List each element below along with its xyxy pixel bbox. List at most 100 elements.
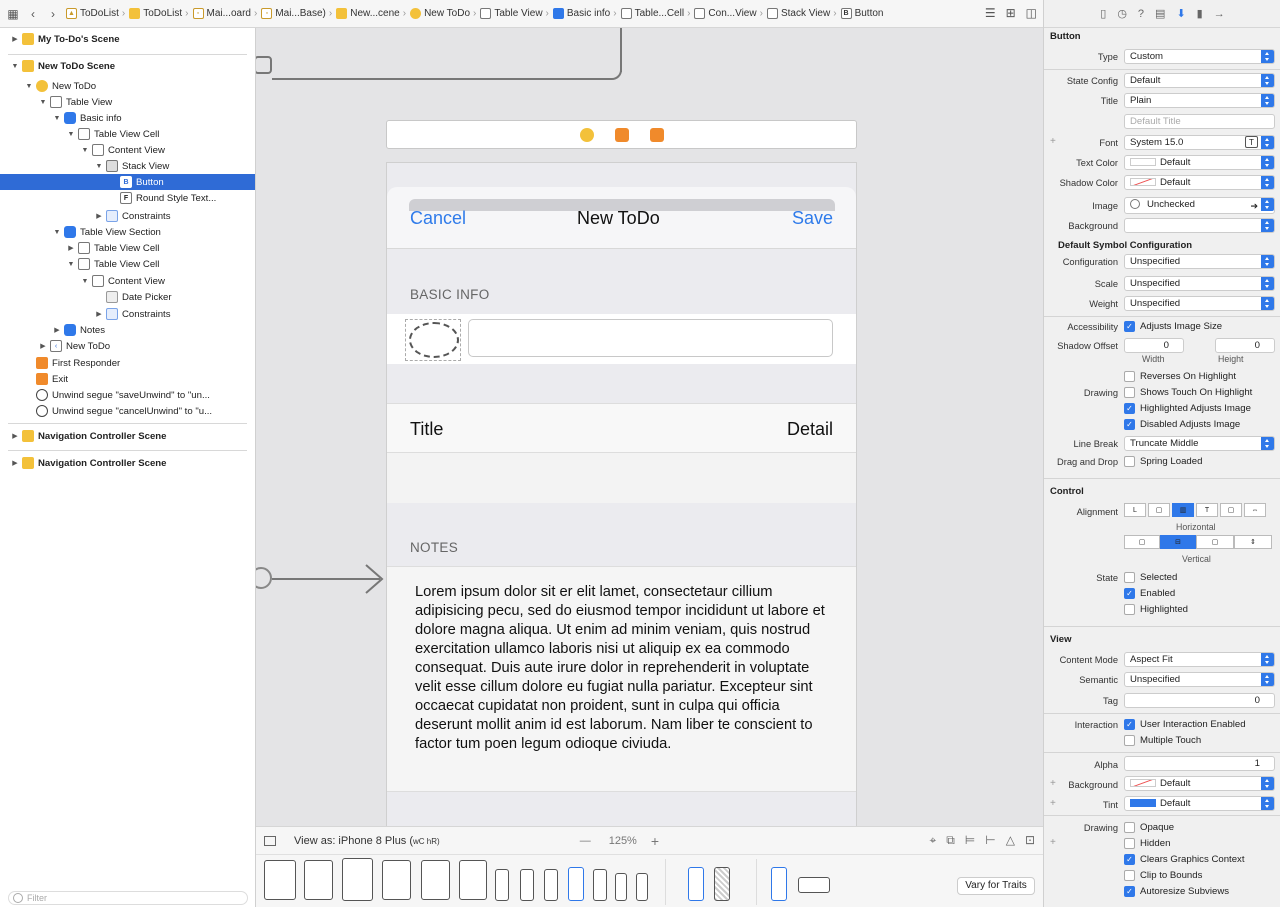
forward-arrow-icon[interactable]: › [46,7,60,21]
device-iphone-8-plus-selected-icon[interactable] [568,867,584,901]
disclosure-down-icon[interactable]: ▼ [10,63,20,70]
outline-nav-scene-1[interactable]: ▶ Navigation Controller Scene [0,428,255,444]
title-detail-cell[interactable]: Title Detail [387,403,856,453]
outline-table-view-section[interactable]: ▼ Table View Section [0,224,255,240]
add-constraints-icon[interactable]: ⊢ [985,833,995,848]
orientation-portrait-icon[interactable] [688,867,704,901]
device-ipad-icon[interactable] [382,860,411,900]
title-text-field[interactable] [468,319,833,357]
outline-table-view-cell[interactable]: ▼ Table View Cell [0,126,255,142]
device-iphone-4s-icon[interactable] [636,873,648,901]
crumb-storyboard-base[interactable]: ▫ Mai...Base) › [261,8,335,19]
attributes-inspector-icon[interactable]: ⬇ [1176,7,1185,20]
disclosure-down-icon[interactable]: ▼ [80,278,90,285]
selected-checkbox[interactable]: Selected [1124,571,1177,584]
state-config-select[interactable]: Default [1124,73,1275,88]
crumb-folder[interactable]: ToDoList › [129,8,191,19]
save-button[interactable]: Save [792,208,833,229]
hidden-checkbox[interactable]: Hidden [1124,837,1170,850]
notes-cell[interactable]: Lorem ipsum dolor sit er elit lamet, con… [387,566,856,792]
view-as-label[interactable]: View as: iPhone 8 Plus (wC hR) [294,835,440,847]
outline-table-view-cell-3[interactable]: ▼ Table View Cell [0,256,255,272]
reverses-on-highlight-checkbox[interactable]: Reverses On Highlight [1124,370,1236,383]
crumb-table-cell[interactable]: Table...Cell › [620,8,694,19]
outline-nav-scene-2[interactable]: ▶ Navigation Controller Scene [0,455,255,471]
crumb-view-controller[interactable]: New ToDo › [410,8,479,19]
disclosure-right-icon[interactable]: ▶ [66,244,76,252]
tag-input[interactable]: 0 [1124,693,1275,708]
disclosure-down-icon[interactable]: ▼ [66,131,76,138]
orientation-dark-icon[interactable] [714,867,730,901]
crumb-button[interactable]: B Button [840,8,884,19]
exit-icon[interactable] [650,128,664,142]
type-select[interactable]: Custom [1124,49,1275,64]
align-bottom-icon[interactable]: ▢ [1196,535,1234,549]
disclosure-right-icon[interactable]: ▶ [10,432,20,440]
outline-date-picker[interactable]: Date Picker [0,289,255,305]
vary-for-traits-button[interactable]: Vary for Traits [957,877,1035,895]
device-iphone-8-icon[interactable] [593,869,607,901]
align-top-icon[interactable]: ▢ [1124,535,1160,549]
disclosure-right-icon[interactable]: ▶ [52,326,62,334]
disclosure-right-icon[interactable]: ▶ [10,459,20,467]
outline-content-view-2[interactable]: ▼ Content View [0,273,255,289]
align-trailing-icon[interactable]: ▢ [1220,503,1242,517]
align-leading-icon[interactable]: ▢ [1148,503,1170,517]
align-icon[interactable]: ⊨ [965,833,975,848]
outline-basic-info[interactable]: ▼ Basic info [0,110,255,126]
text-color-select[interactable]: Default [1124,155,1275,170]
disabled-adjusts-checkbox[interactable]: ✓ Disabled Adjusts Image [1124,418,1240,431]
identity-inspector-icon[interactable]: ▤ [1155,7,1165,20]
outline-new-todo-scene[interactable]: ▼ New ToDo Scene [0,58,255,74]
outline-button-selected[interactable]: B Button [0,174,255,190]
back-arrow-icon[interactable]: ‹ [26,7,40,21]
highlighted-adjusts-checkbox[interactable]: ✓ Highlighted Adjusts Image [1124,402,1251,415]
title-select[interactable]: Plain [1124,93,1275,108]
adjusts-image-size-checkbox[interactable]: ✓ Adjusts Image Size [1124,320,1222,333]
split-editor-icon[interactable]: ◫ [1026,6,1037,20]
add-editor-icon[interactable]: ⊞ [1006,6,1016,20]
disclosure-down-icon[interactable]: ▼ [52,229,62,236]
outline-table-view-cell-2[interactable]: ▶ Table View Cell [0,240,255,256]
outline-notes[interactable]: ▶ Notes [0,322,255,338]
size-inspector-icon[interactable]: ▮ [1197,7,1203,20]
align-middle-icon[interactable]: ⊟ [1160,535,1196,549]
storyboard-canvas[interactable]: Cancel New ToDo Save BASIC INFO Title De… [256,28,1043,826]
resolve-issues-icon[interactable]: △ [1006,833,1015,848]
highlighted-checkbox[interactable]: Highlighted [1124,603,1188,616]
shadow-color-select[interactable]: Default [1124,175,1275,190]
device-iphone-pro-max-icon[interactable] [495,869,509,901]
disclosure-down-icon[interactable]: ▼ [52,115,62,122]
title-text-input[interactable]: Default Title [1124,114,1275,129]
weight-select[interactable]: Unspecified [1124,296,1275,311]
device-ipad-air-icon[interactable] [342,858,373,901]
embed-in-icon[interactable]: ⧉ [946,833,955,848]
line-break-select[interactable]: Truncate Middle [1124,436,1275,451]
semantic-select[interactable]: Unspecified [1124,672,1275,687]
scale-select[interactable]: Unspecified [1124,276,1275,291]
history-inspector-icon[interactable]: ◷ [1117,7,1127,20]
font-field[interactable]: System 15.0 T [1124,135,1275,150]
crumb-scene[interactable]: New...cene › [336,8,409,19]
date-picker-cell[interactable] [387,453,856,503]
view-controller-icon[interactable] [580,128,594,142]
crumb-stack-view[interactable]: Stack View › [766,8,840,19]
outline-new-todo[interactable]: ▼ New ToDo [0,78,255,94]
tint-select[interactable]: Default [1124,796,1275,811]
disclosure-down-icon[interactable]: ▼ [38,99,48,106]
device-iphone-se-icon[interactable] [615,873,627,901]
user-interaction-checkbox[interactable]: ✓ User Interaction Enabled [1124,718,1246,731]
segue-endpoint-icon[interactable] [256,56,272,74]
outline-my-todos-scene[interactable]: ▶ My To-Do's Scene [0,31,255,47]
device-ipad-mini-icon[interactable] [421,860,450,900]
outline-first-responder[interactable]: First Responder [0,355,255,371]
first-responder-icon[interactable] [615,128,629,142]
orientation-portrait-2-icon[interactable] [771,867,787,901]
configuration-select[interactable]: Unspecified [1124,254,1275,269]
cancel-button[interactable]: Cancel [410,208,466,229]
circle-image-button-icon[interactable] [409,322,459,358]
disclosure-down-icon[interactable]: ▼ [66,261,76,268]
basic-info-cell[interactable] [387,314,856,364]
align-left-icon[interactable]: L [1124,503,1146,517]
clip-to-bounds-checkbox[interactable]: Clip to Bounds [1124,869,1202,882]
